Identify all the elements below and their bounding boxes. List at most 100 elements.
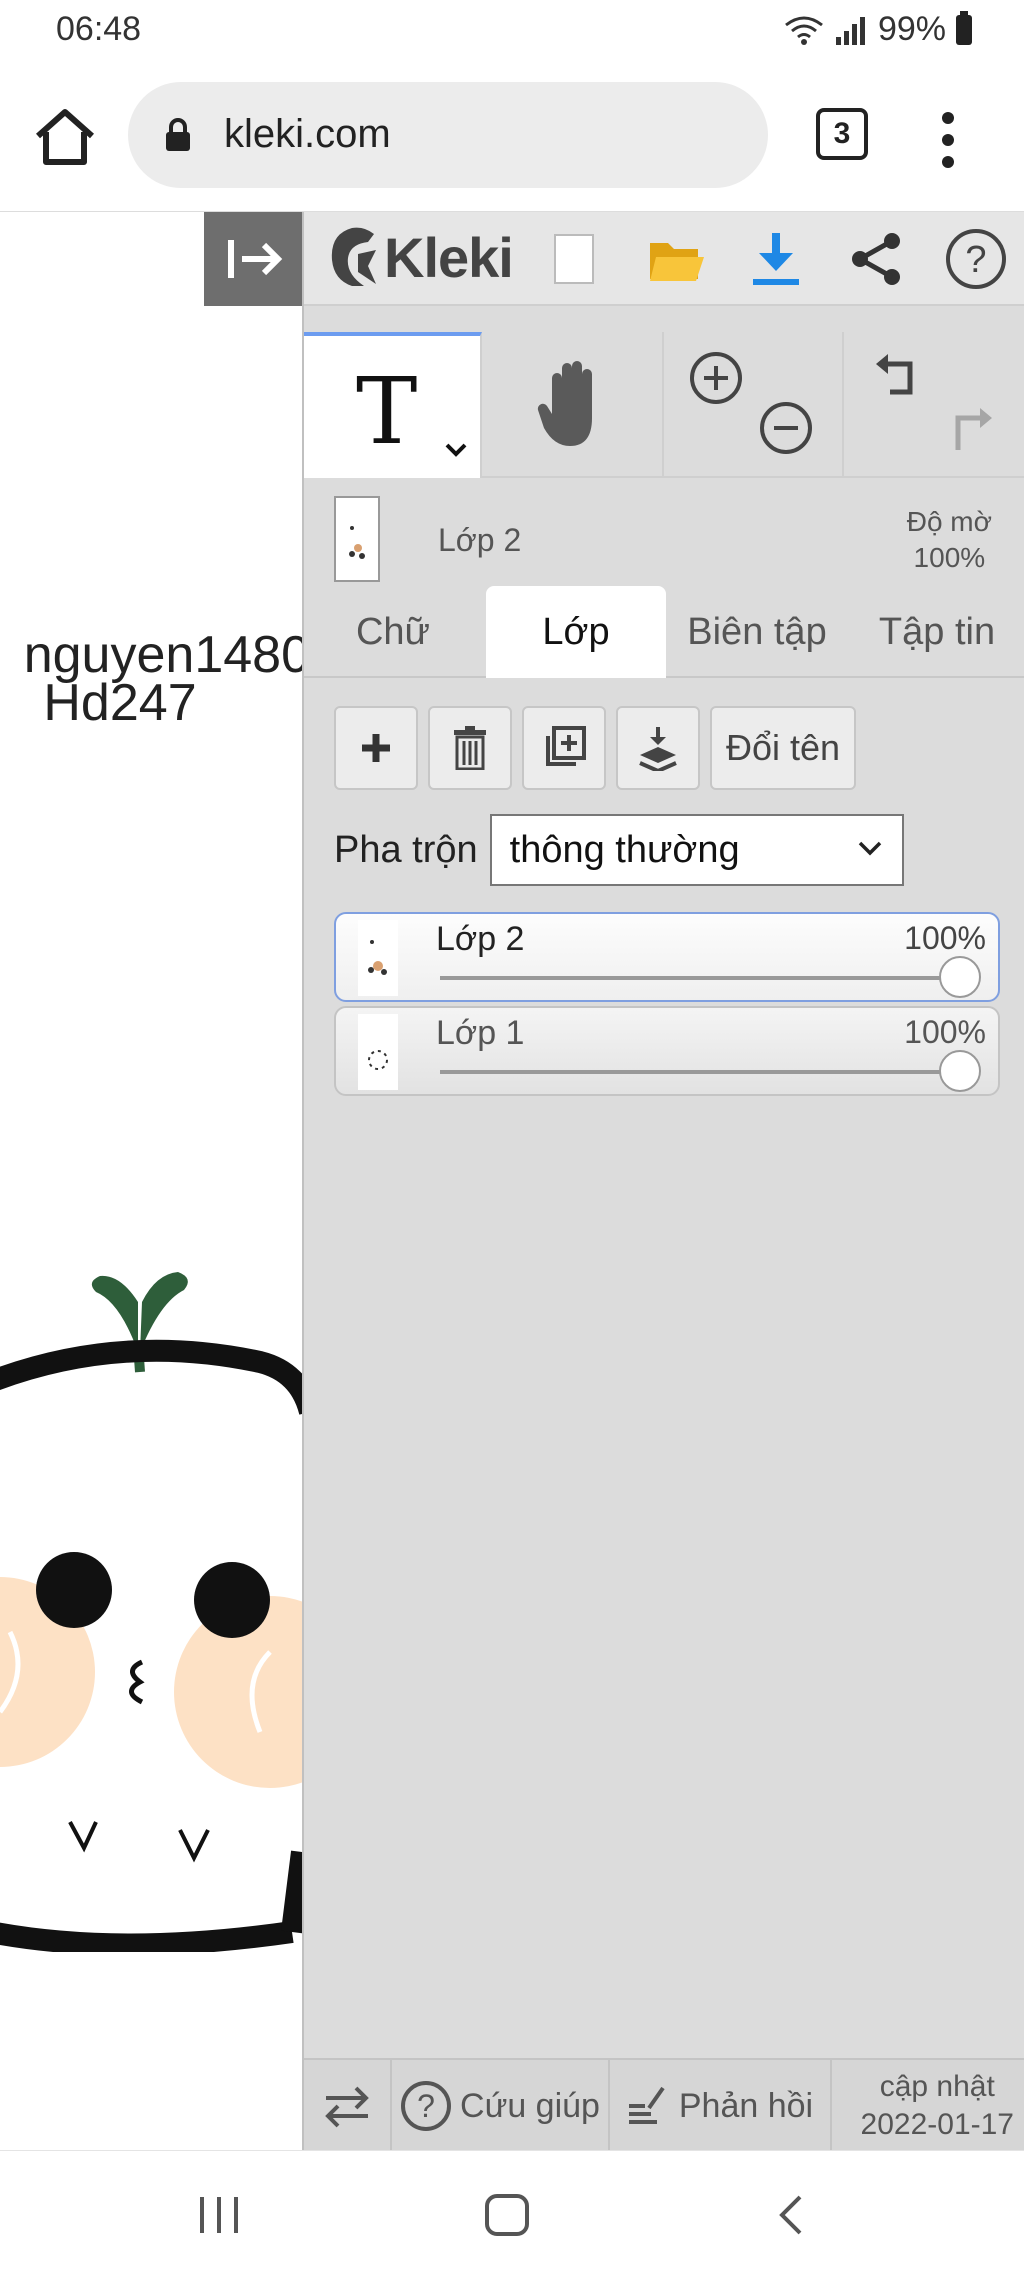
layer-actions: Đổi tên (334, 706, 857, 790)
kleki-side-panel: Kleki ? T Lớp 2 Độ mờ 100% Chữ Lớp Biên … (302, 212, 1024, 2152)
active-layer-name: Lớp 2 (438, 522, 522, 558)
feedback-icon (628, 2086, 665, 2124)
layer-name: Lớp 1 (436, 1014, 525, 1052)
kleki-logo-icon (331, 227, 376, 286)
home-icon[interactable] (30, 102, 100, 172)
folder-icon (650, 243, 704, 281)
help-button[interactable]: ? (936, 218, 1016, 300)
layer-thumbnail (358, 1014, 398, 1090)
chevron-down-icon (858, 841, 881, 856)
delete-layer-button[interactable] (428, 706, 512, 790)
help-circle-icon: ? (401, 2081, 452, 2131)
merge-down-button[interactable] (616, 706, 700, 790)
open-file-button[interactable] (636, 218, 716, 300)
update-date: 2022-01-17 (860, 2108, 1014, 2141)
feedback-label: Phản hồi (678, 2086, 814, 2125)
opacity-slider-track[interactable] (440, 976, 960, 980)
undo-icon[interactable] (872, 350, 928, 402)
opacity-slider-knob[interactable] (939, 956, 981, 998)
text-tool-icon: T (356, 358, 418, 465)
canvas-text-line1: nguyen1480 (23, 626, 302, 684)
text-tool-button[interactable]: T (304, 332, 482, 478)
undo-redo-controls (844, 332, 1024, 478)
layer-thumbnail-image (368, 1050, 388, 1070)
url-text: kleki.com (224, 112, 391, 156)
signal-icon (835, 16, 865, 45)
layer-opacity: 100% (904, 1014, 986, 1050)
tab-text[interactable]: Chữ (304, 586, 482, 678)
new-file-icon (554, 234, 594, 284)
collapse-arrow-icon (228, 240, 283, 278)
help-label: Cứu giúp (460, 2086, 600, 2125)
layer-name: Lớp 2 (436, 920, 525, 958)
hand-icon (537, 361, 592, 446)
zoom-in-icon[interactable] (688, 350, 744, 406)
opacity-slider-track[interactable] (440, 1070, 960, 1074)
canvas-drawing (0, 1272, 302, 1952)
opacity-label: Độ mờ (906, 506, 992, 537)
tool-row: T (304, 332, 1024, 478)
merge-down-icon (639, 727, 677, 771)
layer-thumbnail-image (349, 526, 365, 559)
trash-icon (454, 726, 486, 770)
help-icon: ? (946, 229, 1006, 289)
layer-list: Lớp 2 100% Lớp 1 100% (334, 912, 1000, 1100)
new-image-button[interactable] (544, 218, 604, 300)
layer-opacity: 100% (904, 920, 986, 956)
add-layer-button[interactable] (334, 706, 418, 790)
feedback-link[interactable]: Phản hồi (610, 2060, 832, 2152)
share-icon (852, 233, 900, 285)
blend-mode-select[interactable]: thông thường (489, 814, 904, 886)
app-name: Kleki (384, 225, 514, 289)
kleki-logo[interactable]: Kleki (324, 224, 514, 290)
home-nav-icon[interactable] (484, 2193, 530, 2237)
tab-edit[interactable]: Biên tập (666, 586, 848, 678)
zoom-controls (664, 332, 844, 478)
battery-percent: 99% (877, 10, 946, 48)
app-toolbar: Kleki ? (304, 212, 1024, 306)
swap-side-button[interactable] (304, 2060, 392, 2152)
swap-arrows-icon (325, 2086, 369, 2128)
wifi-icon (785, 16, 823, 45)
update-info: cập nhật 2022-01-17 (861, 2068, 1014, 2144)
system-nav-bar (0, 2150, 1024, 2276)
recent-apps-icon[interactable] (196, 2195, 242, 2235)
save-button[interactable] (736, 218, 816, 300)
duplicate-icon (546, 726, 586, 766)
blend-mode-label: Pha trộn (334, 828, 478, 871)
plus-icon (362, 734, 390, 762)
status-icons: 99% (784, 10, 972, 49)
lock-icon (166, 118, 190, 151)
tab-file[interactable]: Tập tin (848, 586, 1024, 678)
zoom-out-icon[interactable] (758, 400, 814, 456)
browser-toolbar: kleki.com 3 (0, 62, 1024, 212)
more-menu-icon[interactable] (930, 110, 966, 170)
status-bar: 06:48 99% (0, 0, 1024, 62)
layer-item[interactable]: Lớp 2 100% (334, 912, 1000, 1002)
redo-icon[interactable] (940, 404, 996, 456)
download-icon (753, 233, 799, 285)
address-bar[interactable]: kleki.com (128, 82, 768, 188)
svg-text:?: ? (965, 239, 986, 281)
share-button[interactable] (836, 218, 916, 300)
status-time: 06:48 (56, 10, 142, 48)
canvas-text-line2: Hd247 (43, 674, 197, 732)
opacity-slider-knob[interactable] (939, 1050, 981, 1092)
tab-switcher-button[interactable]: 3 (816, 108, 868, 160)
layer-thumbnail (358, 920, 398, 996)
duplicate-layer-button[interactable] (522, 706, 606, 790)
rename-layer-button[interactable]: Đổi tên (710, 706, 857, 790)
back-nav-icon[interactable] (776, 2193, 806, 2237)
active-layer-preview: Lớp 2 Độ mờ 100% (304, 478, 1024, 590)
svg-text:?: ? (417, 2088, 435, 2124)
update-label: cập nhật (879, 2070, 995, 2103)
drawing-canvas[interactable]: nguyen1480 Hd247 (0, 212, 302, 2150)
tab-layers[interactable]: Lớp (486, 586, 666, 678)
chevron-down-icon[interactable] (444, 442, 468, 458)
layer-item[interactable]: Lớp 1 100% (334, 1006, 1000, 1096)
help-link[interactable]: ? Cứu giúp (392, 2060, 610, 2152)
blend-mode-row: Pha trộn thông thường (334, 814, 904, 886)
hand-tool-button[interactable] (482, 332, 664, 478)
opacity-value: 100% (913, 542, 986, 573)
collapse-panel-button[interactable] (204, 212, 302, 306)
